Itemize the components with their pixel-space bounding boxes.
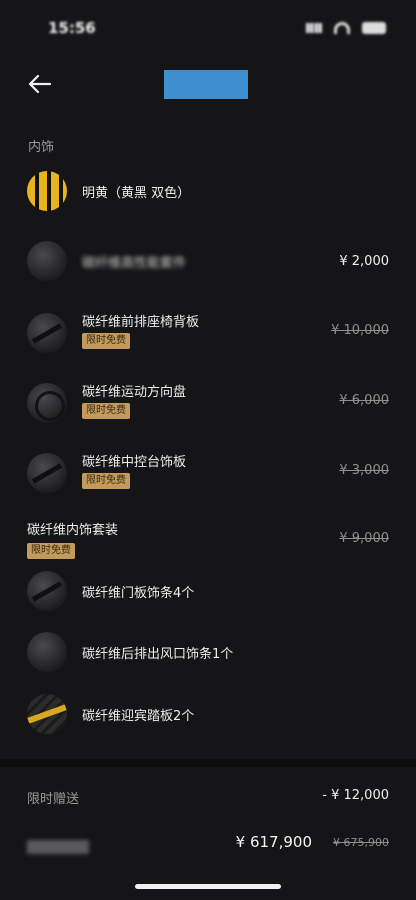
console-trim-icon [27,453,67,493]
item-name: 碳纤维后排出风口饰条1个 [82,647,234,662]
item-price: ¥ 6,000 [339,393,389,408]
item-name: 碳纤维门板饰条4个 [82,586,195,601]
battery-icon [362,22,386,34]
item-name: 碳纤维前排座椅背板 [82,315,200,330]
promo-label: 限时赠送 [27,792,80,807]
package-item-door-trim: 碳纤维门板饰条4个 [0,571,416,611]
package-item-air-vent: 碳纤维后排出风口饰条1个 [0,632,416,672]
item-price: ¥ 10,000 [331,323,389,338]
back-arrow-icon[interactable] [26,70,54,98]
item-price: ¥ 3,000 [339,463,389,478]
steering-wheel-icon [27,383,67,423]
original-price: ¥ 675,900 [333,836,389,849]
promo-value: - ¥ 12,000 [322,788,389,803]
signal-icon [306,23,322,33]
door-sill-icon [27,694,67,734]
redacted-title [164,70,248,99]
free-badge: 限时免费 [82,333,130,349]
seat-back-icon [27,313,67,353]
item-name: 明黄（黄黑 双色） [82,186,191,201]
total-bar: ¥ 617,900 ¥ 675,900 [0,812,416,872]
door-trim-icon [27,571,67,611]
status-icons [306,22,386,34]
item-name: 碳纤维迎宾踏板2个 [82,709,195,724]
package-price: ¥ 9,000 [339,531,389,546]
nav-bar [0,62,416,106]
list-item-color[interactable]: 明黄（黄黑 双色） [0,171,416,211]
item-name: 碳纤维高性能套件 [82,256,187,271]
package-name: 碳纤维内饰套装 [27,523,119,538]
section-divider [0,759,416,767]
list-item-seat-back[interactable]: 碳纤维前排座椅背板 限时免费 ¥ 10,000 [0,311,416,355]
item-price: ¥ 2,000 [339,254,389,269]
list-item-carbon-part[interactable]: 碳纤维高性能套件 ¥ 2,000 [0,241,416,281]
carbon-part-icon [27,241,67,281]
list-item-console-trim[interactable]: 碳纤维中控台饰板 限时免费 ¥ 3,000 [0,451,416,495]
redacted-label [27,840,89,854]
total-price: ¥ 617,900 [235,833,312,851]
package-item-door-sill: 碳纤维迎宾踏板2个 [0,694,416,734]
item-name: 碳纤维运动方向盘 [82,385,187,400]
air-vent-trim-icon [27,632,67,672]
status-bar: 15:56 [0,0,416,56]
list-item-steering-wheel[interactable]: 碳纤维运动方向盘 限时免费 ¥ 6,000 [0,381,416,425]
free-badge: 限时免费 [82,403,130,419]
free-badge: 限时免费 [27,543,75,559]
section-label: 内饰 [28,140,55,155]
wifi-icon [334,22,350,34]
status-time: 15:56 [48,19,96,37]
yellow-black-swatch-icon [27,171,67,211]
free-badge: 限时免费 [82,473,130,489]
home-indicator[interactable] [135,884,281,889]
item-name: 碳纤维中控台饰板 [82,455,187,470]
